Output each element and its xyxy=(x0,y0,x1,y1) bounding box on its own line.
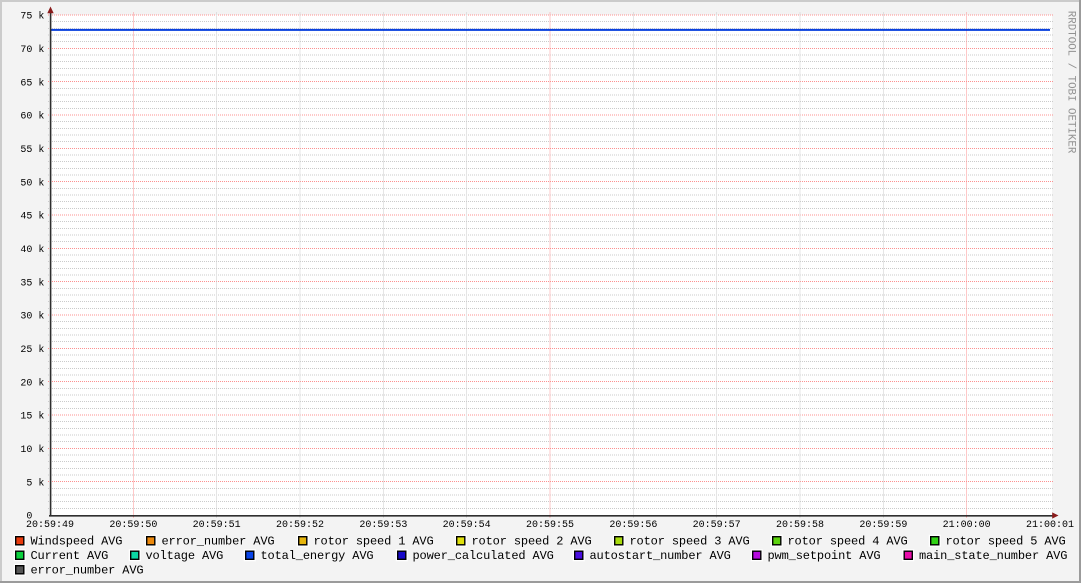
svg-text:Current AVG: Current AVG xyxy=(31,549,109,563)
svg-text:total_energy AVG: total_energy AVG xyxy=(261,549,374,563)
svg-text:power_calculated AVG: power_calculated AVG xyxy=(413,549,554,563)
svg-text:rotor speed 4 AVG: rotor speed 4 AVG xyxy=(788,534,908,548)
svg-text:20:59:53: 20:59:53 xyxy=(359,520,407,531)
svg-text:RRDTOOL / TOBI OETIKER: RRDTOOL / TOBI OETIKER xyxy=(1065,11,1077,154)
svg-text:Windspeed AVG: Windspeed AVG xyxy=(31,534,123,548)
svg-text:20:59:51: 20:59:51 xyxy=(193,520,241,531)
svg-text:15 k: 15 k xyxy=(20,411,44,423)
svg-text:voltage AVG: voltage AVG xyxy=(146,549,224,563)
svg-text:75 k: 75 k xyxy=(20,11,44,23)
svg-text:20:59:54: 20:59:54 xyxy=(443,520,491,531)
svg-text:5 k: 5 k xyxy=(26,477,44,489)
svg-text:20:59:52: 20:59:52 xyxy=(276,520,324,531)
svg-text:45 k: 45 k xyxy=(20,211,44,223)
svg-text:rotor speed 2 AVG: rotor speed 2 AVG xyxy=(472,534,592,548)
svg-text:20:59:59: 20:59:59 xyxy=(859,520,907,531)
svg-text:rotor speed 5 AVG: rotor speed 5 AVG xyxy=(946,534,1066,548)
svg-text:21:00:01: 21:00:01 xyxy=(1026,520,1074,531)
svg-text:autostart_number AVG: autostart_number AVG xyxy=(590,549,731,563)
svg-text:20:59:58: 20:59:58 xyxy=(776,520,824,531)
svg-text:35 k: 35 k xyxy=(20,277,44,289)
svg-text:20:59:55: 20:59:55 xyxy=(526,520,574,531)
svg-text:60 k: 60 k xyxy=(20,111,44,123)
svg-text:10 k: 10 k xyxy=(20,444,44,456)
svg-text:main_state_number AVG: main_state_number AVG xyxy=(919,549,1067,563)
svg-text:40 k: 40 k xyxy=(20,244,44,256)
svg-text:rotor speed 3 AVG: rotor speed 3 AVG xyxy=(630,534,750,548)
svg-text:50 k: 50 k xyxy=(20,177,44,189)
svg-text:rotor speed 1 AVG: rotor speed 1 AVG xyxy=(314,534,434,548)
svg-text:70 k: 70 k xyxy=(20,44,44,56)
svg-text:65 k: 65 k xyxy=(20,77,44,89)
svg-text:25 k: 25 k xyxy=(20,344,44,356)
svg-text:21:00:00: 21:00:00 xyxy=(943,520,991,531)
svg-text:20:59:50: 20:59:50 xyxy=(109,520,157,531)
svg-text:error_number AVG: error_number AVG xyxy=(31,563,144,577)
svg-text:20:59:49: 20:59:49 xyxy=(26,520,74,531)
svg-text:error_number AVG: error_number AVG xyxy=(162,534,275,548)
svg-text:20:59:56: 20:59:56 xyxy=(609,520,657,531)
svg-text:pwm_setpoint AVG: pwm_setpoint AVG xyxy=(768,549,881,563)
svg-text:20:59:57: 20:59:57 xyxy=(693,520,741,531)
svg-text:55 k: 55 k xyxy=(20,144,44,156)
svg-text:20 k: 20 k xyxy=(20,377,44,389)
svg-text:30 k: 30 k xyxy=(20,311,44,323)
